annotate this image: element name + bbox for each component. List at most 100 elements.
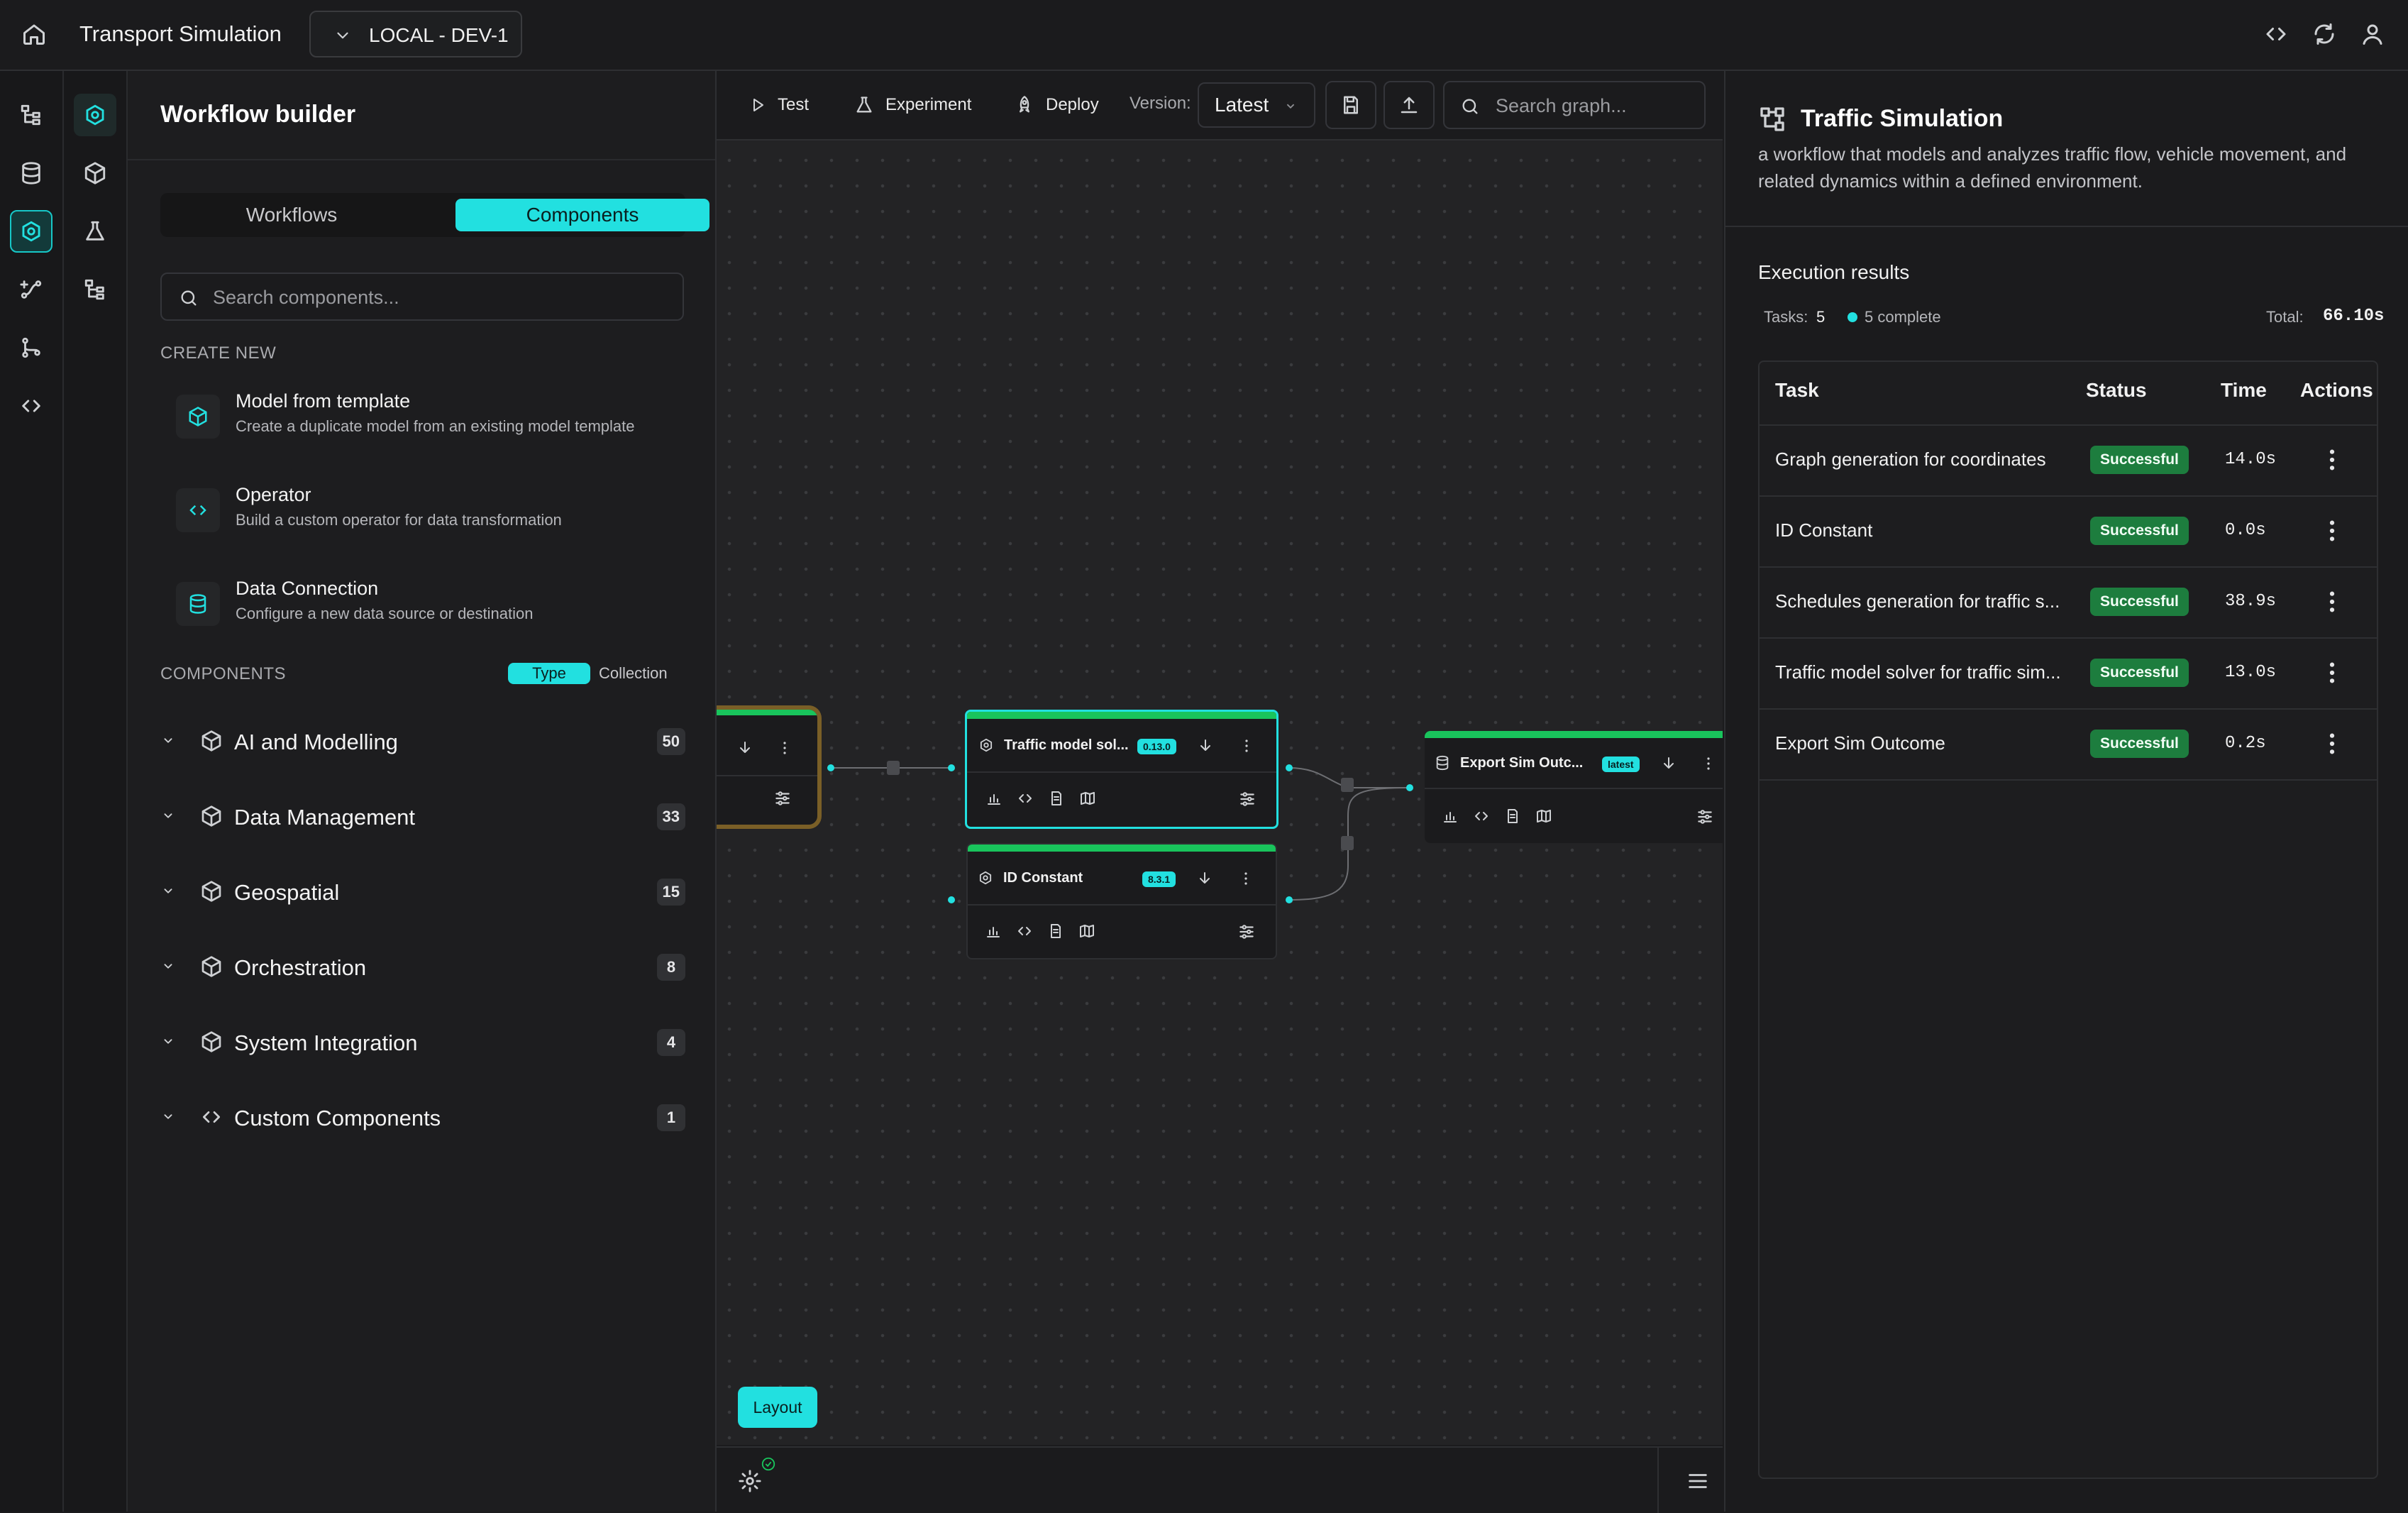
environment-label: LOCAL - DEV-1 <box>369 24 509 46</box>
more-vertical-icon[interactable] <box>2321 444 2343 475</box>
previous-node[interactable] <box>717 705 822 829</box>
download-icon[interactable] <box>736 739 753 756</box>
sliders-icon[interactable] <box>773 789 792 808</box>
table-row[interactable]: Graph generation for coordinates Success… <box>1760 426 2377 497</box>
sliders-icon[interactable] <box>1237 923 1256 941</box>
document-icon[interactable] <box>1048 790 1065 807</box>
group-by-type-toggle[interactable]: Type <box>508 663 590 684</box>
save-button[interactable] <box>1325 81 1376 129</box>
output-port[interactable] <box>827 764 834 771</box>
node-traffic-model[interactable]: Traffic model sol... 0.13.0 <box>965 710 1278 829</box>
upload-button[interactable] <box>1384 81 1435 129</box>
create-data-connection[interactable]: Data Connection Configure a new data sou… <box>176 578 687 656</box>
tasks-label: Tasks: <box>1764 308 1808 326</box>
output-port[interactable] <box>1286 764 1293 771</box>
create-new-header: CREATE NEW <box>160 343 277 363</box>
create-model-from-template[interactable]: Model from template Create a duplicate m… <box>176 390 687 468</box>
sliders-icon[interactable] <box>1238 790 1257 808</box>
category-geospatial[interactable]: Geospatial 15 <box>160 867 685 917</box>
refresh-icon[interactable] <box>2312 21 2337 47</box>
map-icon[interactable] <box>1535 808 1552 825</box>
node-version: 8.3.1 <box>1142 871 1176 887</box>
canvas-toolbar: Test Experiment Deploy Version: Latest <box>717 71 1723 141</box>
divider <box>128 159 715 160</box>
chart-icon[interactable] <box>1442 808 1459 825</box>
download-icon[interactable] <box>1660 755 1677 772</box>
document-icon[interactable] <box>1047 923 1064 940</box>
workflow-icon[interactable] <box>74 94 116 136</box>
settings-icon[interactable] <box>738 1469 762 1493</box>
more-vertical-icon[interactable] <box>2321 728 2343 759</box>
code-icon[interactable] <box>1473 808 1490 825</box>
version-select[interactable]: Latest <box>1198 82 1315 128</box>
download-icon[interactable] <box>1196 870 1213 887</box>
search-components-input[interactable] <box>211 282 668 312</box>
more-vertical-icon[interactable] <box>1238 737 1255 754</box>
divider <box>1725 226 2408 227</box>
category-count: 33 <box>656 803 685 830</box>
more-vertical-icon[interactable] <box>2321 586 2343 617</box>
status-badge: Successful <box>2090 446 2189 474</box>
code-icon[interactable] <box>1017 790 1034 807</box>
more-vertical-icon[interactable] <box>1700 755 1717 772</box>
input-port[interactable] <box>948 764 955 771</box>
document-icon[interactable] <box>1504 808 1521 825</box>
map-icon[interactable] <box>1078 923 1095 940</box>
tree-icon[interactable] <box>74 268 116 311</box>
download-icon[interactable] <box>1197 737 1214 754</box>
chart-icon[interactable] <box>985 790 1003 807</box>
category-system-integration[interactable]: System Integration 4 <box>160 1018 685 1067</box>
graph-canvas[interactable]: Traffic model sol... 0.13.0 ID Constant … <box>717 71 1723 1445</box>
input-port[interactable] <box>948 896 955 903</box>
more-vertical-icon[interactable] <box>2321 657 2343 688</box>
input-port[interactable] <box>1406 784 1413 791</box>
code-icon[interactable] <box>1016 923 1033 940</box>
git-branch-icon[interactable] <box>10 326 53 369</box>
workflow-builder-icon[interactable] <box>10 210 53 253</box>
upload-icon <box>1401 97 1418 114</box>
flask-icon[interactable] <box>74 210 116 253</box>
category-custom-components[interactable]: Custom Components 1 <box>160 1093 685 1143</box>
node-id-constant[interactable]: ID Constant 8.3.1 <box>966 843 1277 959</box>
more-vertical-icon[interactable] <box>2321 515 2343 546</box>
cube-icon[interactable] <box>74 152 116 194</box>
map-icon[interactable] <box>1079 790 1096 807</box>
test-button[interactable]: Test <box>749 92 809 118</box>
code-icon[interactable] <box>2263 21 2289 47</box>
home-icon[interactable] <box>21 21 47 47</box>
user-icon[interactable] <box>2360 21 2385 47</box>
table-row[interactable]: Export Sim Outcome Successful 0.2s <box>1760 710 2377 781</box>
canvas-status-bar <box>717 1446 1723 1513</box>
group-by-collection-toggle[interactable]: Collection <box>599 663 668 684</box>
category-data-management[interactable]: Data Management 33 <box>160 792 685 842</box>
database-icon[interactable] <box>10 152 53 194</box>
layout-button[interactable]: Layout <box>738 1387 817 1428</box>
category-orchestration[interactable]: Orchestration 8 <box>160 942 685 992</box>
code-icon[interactable] <box>10 385 53 427</box>
more-vertical-icon[interactable] <box>1237 870 1254 887</box>
output-port[interactable] <box>1286 896 1293 903</box>
hierarchy-icon[interactable] <box>10 94 53 136</box>
sliders-icon[interactable] <box>1696 808 1714 826</box>
model-icon[interactable] <box>10 268 53 311</box>
experiment-button[interactable]: Experiment <box>854 92 971 118</box>
search-icon <box>1460 97 1480 116</box>
tab-components[interactable]: Components <box>455 199 709 231</box>
tab-workflows[interactable]: Workflows <box>163 199 420 231</box>
search-graph-input[interactable] <box>1494 91 1703 121</box>
deploy-label: Deploy <box>1046 95 1099 114</box>
deploy-button[interactable]: Deploy <box>1015 92 1099 118</box>
node-export-sim-outcome[interactable]: Export Sim Outc... latest <box>1425 731 1723 843</box>
menu-icon[interactable] <box>1686 1469 1710 1493</box>
create-operator[interactable]: Operator Build a custom operator for dat… <box>176 484 687 562</box>
cube-icon <box>200 805 223 827</box>
table-row[interactable]: Schedules generation for traffic s... Su… <box>1760 568 2377 639</box>
chart-icon[interactable] <box>985 923 1002 940</box>
table-row[interactable]: Traffic model solver for traffic sim... … <box>1760 639 2377 710</box>
more-vertical-icon[interactable] <box>776 739 793 756</box>
play-icon <box>753 99 763 111</box>
panel-title: Workflow builder <box>160 101 356 128</box>
table-row[interactable]: ID Constant Successful 0.0s <box>1760 497 2377 568</box>
environment-select[interactable]: LOCAL - DEV-1 <box>309 11 522 57</box>
category-ai-and-modelling[interactable]: AI and Modelling 50 <box>160 717 685 766</box>
